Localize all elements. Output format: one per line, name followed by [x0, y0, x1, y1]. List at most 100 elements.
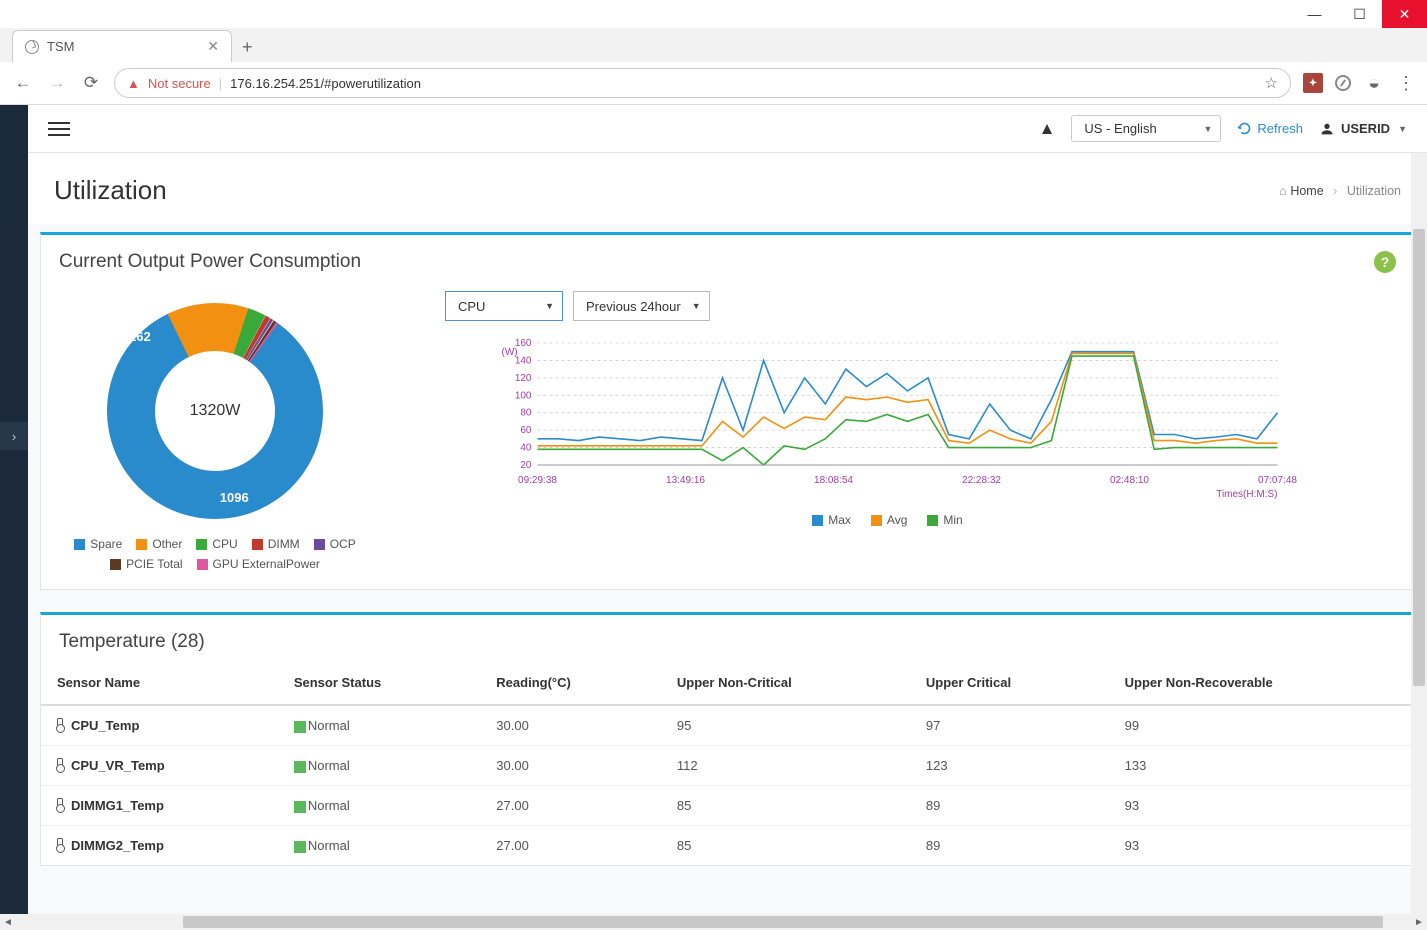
svg-text:Times(H:M:S): Times(H:M:S) [1216, 489, 1277, 500]
temperature-table: Sensor NameSensor StatusReading(°C)Upper… [41, 661, 1414, 865]
donut-legend: Spare Other CPU DIMM OCP PCIE Total GPU Extern… [55, 537, 375, 571]
thermometer-icon [57, 758, 63, 770]
window-close[interactable]: ✕ [1382, 0, 1427, 28]
user-icon [1319, 121, 1335, 137]
power-panel-title: Current Output Power Consumption [59, 251, 361, 273]
column-header[interactable]: Sensor Status [278, 661, 480, 705]
table-row[interactable]: DIMMG2_Temp Normal 27.00 85 89 93 [41, 826, 1414, 866]
tab-title: TSM [47, 39, 199, 54]
extension-icon[interactable] [1335, 75, 1351, 91]
svg-text:18:08:54: 18:08:54 [814, 475, 853, 486]
breadcrumb: ⌂ Home › Utilization [1279, 184, 1401, 198]
window-minimize[interactable]: — [1292, 0, 1337, 28]
legend-swatch [196, 539, 207, 550]
refresh-icon [1237, 121, 1252, 136]
line-chart-legend: Max Avg Min [415, 513, 1360, 527]
table-row[interactable]: CPU_VR_Temp Normal 30.00 112 123 133 [41, 746, 1414, 786]
profile-icon[interactable]: ◒ [1363, 72, 1385, 95]
legend-swatch [74, 539, 85, 550]
donut-other-label: 162 [129, 329, 151, 344]
power-line-chart: 16014012010080604020(W)09:29:3813:49:161… [415, 335, 1360, 505]
bookmark-star-icon[interactable]: ☆ [1265, 74, 1278, 92]
power-donut-chart: 1320W 1096 162 [95, 291, 335, 531]
status-swatch [294, 761, 306, 773]
metric-select[interactable]: CPU [445, 291, 563, 321]
legend-item[interactable]: Min [927, 513, 962, 527]
column-header[interactable]: Upper Critical [910, 661, 1109, 705]
legend-item[interactable]: OCP [314, 537, 356, 551]
legend-swatch [110, 559, 121, 570]
donut-center-value: 1320W [190, 402, 241, 420]
table-row[interactable]: CPU_Temp Normal 30.00 95 97 99 [41, 705, 1414, 746]
breadcrumb-home-link[interactable]: Home [1290, 184, 1323, 198]
legend-swatch [314, 539, 325, 550]
svg-text:07:07:48: 07:07:48 [1258, 475, 1297, 486]
thermometer-icon [57, 838, 63, 850]
thermometer-icon [57, 718, 63, 730]
legend-item[interactable]: PCIE Total [110, 557, 182, 571]
temperature-panel-title: Temperature (28) [59, 631, 205, 653]
close-tab-icon[interactable]: ✕ [207, 38, 219, 55]
not-secure-label: Not secure [148, 76, 211, 91]
globe-icon [25, 40, 39, 54]
legend-item[interactable]: Other [136, 537, 182, 551]
svg-text:120: 120 [515, 373, 532, 384]
user-dropdown[interactable]: USERID [1319, 121, 1407, 137]
status-swatch [294, 721, 306, 733]
legend-item[interactable]: DIMM [252, 537, 300, 551]
vertical-scrollbar[interactable] [1411, 153, 1427, 914]
donut-spare-label: 1096 [220, 490, 249, 505]
not-secure-icon[interactable]: ▲ [127, 76, 140, 91]
legend-swatch [197, 559, 208, 570]
svg-text:40: 40 [520, 443, 532, 454]
legend-swatch [252, 539, 263, 550]
home-icon: ⌂ [1279, 184, 1287, 198]
legend-swatch [927, 515, 938, 526]
legend-item[interactable]: GPU ExternalPower [197, 557, 320, 571]
address-bar[interactable]: ▲ Not secure | 176.16.254.251/#powerutil… [114, 68, 1291, 98]
new-tab-button[interactable]: + [232, 33, 263, 62]
column-header[interactable]: Reading(°C) [480, 661, 661, 705]
legend-item[interactable]: Max [812, 513, 851, 527]
browser-menu-icon[interactable]: ⋮ [1397, 73, 1415, 94]
column-header[interactable]: Sensor Name [41, 661, 278, 705]
svg-text:60: 60 [520, 425, 532, 436]
status-swatch [294, 801, 306, 813]
back-button[interactable]: ← [12, 73, 34, 93]
hamburger-menu[interactable] [48, 122, 70, 136]
thermometer-icon [57, 798, 63, 810]
power-consumption-panel: Current Output Power Consumption ? [40, 232, 1415, 590]
svg-text:22:28:32: 22:28:32 [962, 475, 1001, 486]
sidebar-rail: › [0, 105, 28, 930]
window-maximize[interactable]: ☐ [1337, 0, 1382, 28]
legend-swatch [136, 539, 147, 550]
browser-tab[interactable]: TSM ✕ [12, 30, 232, 62]
refresh-button[interactable]: Refresh [1237, 121, 1303, 136]
column-header[interactable]: Upper Non-Critical [661, 661, 910, 705]
help-icon[interactable]: ? [1374, 251, 1396, 273]
legend-swatch [812, 515, 823, 526]
svg-text:20: 20 [520, 460, 532, 471]
svg-text:02:48:10: 02:48:10 [1110, 475, 1149, 486]
status-swatch [294, 841, 306, 853]
legend-item[interactable]: Spare [74, 537, 122, 551]
forward-button: → [46, 73, 68, 93]
svg-text:100: 100 [515, 390, 532, 401]
svg-text:09:29:38: 09:29:38 [518, 475, 557, 486]
language-select[interactable]: US - English [1071, 115, 1221, 142]
range-select[interactable]: Previous 24hour [573, 291, 710, 321]
legend-swatch [871, 515, 882, 526]
table-row[interactable]: DIMMG1_Temp Normal 27.00 85 89 93 [41, 786, 1414, 826]
svg-text:13:49:16: 13:49:16 [666, 475, 705, 486]
reload-button[interactable]: ⟳ [80, 73, 102, 93]
temperature-panel: Temperature (28) Sensor NameSensor Statu… [40, 612, 1415, 866]
column-header[interactable]: Upper Non-Recoverable [1109, 661, 1414, 705]
legend-item[interactable]: CPU [196, 537, 237, 551]
horizontal-scrollbar[interactable]: ◄ ► [0, 914, 1427, 930]
breadcrumb-current: Utilization [1347, 184, 1401, 198]
sidebar-expand-button[interactable]: › [0, 422, 28, 450]
pdf-extension-icon[interactable]: ✦ [1303, 73, 1323, 93]
svg-text:(W): (W) [502, 347, 518, 358]
legend-item[interactable]: Avg [871, 513, 907, 527]
alert-icon[interactable]: ▲ [1039, 119, 1056, 139]
